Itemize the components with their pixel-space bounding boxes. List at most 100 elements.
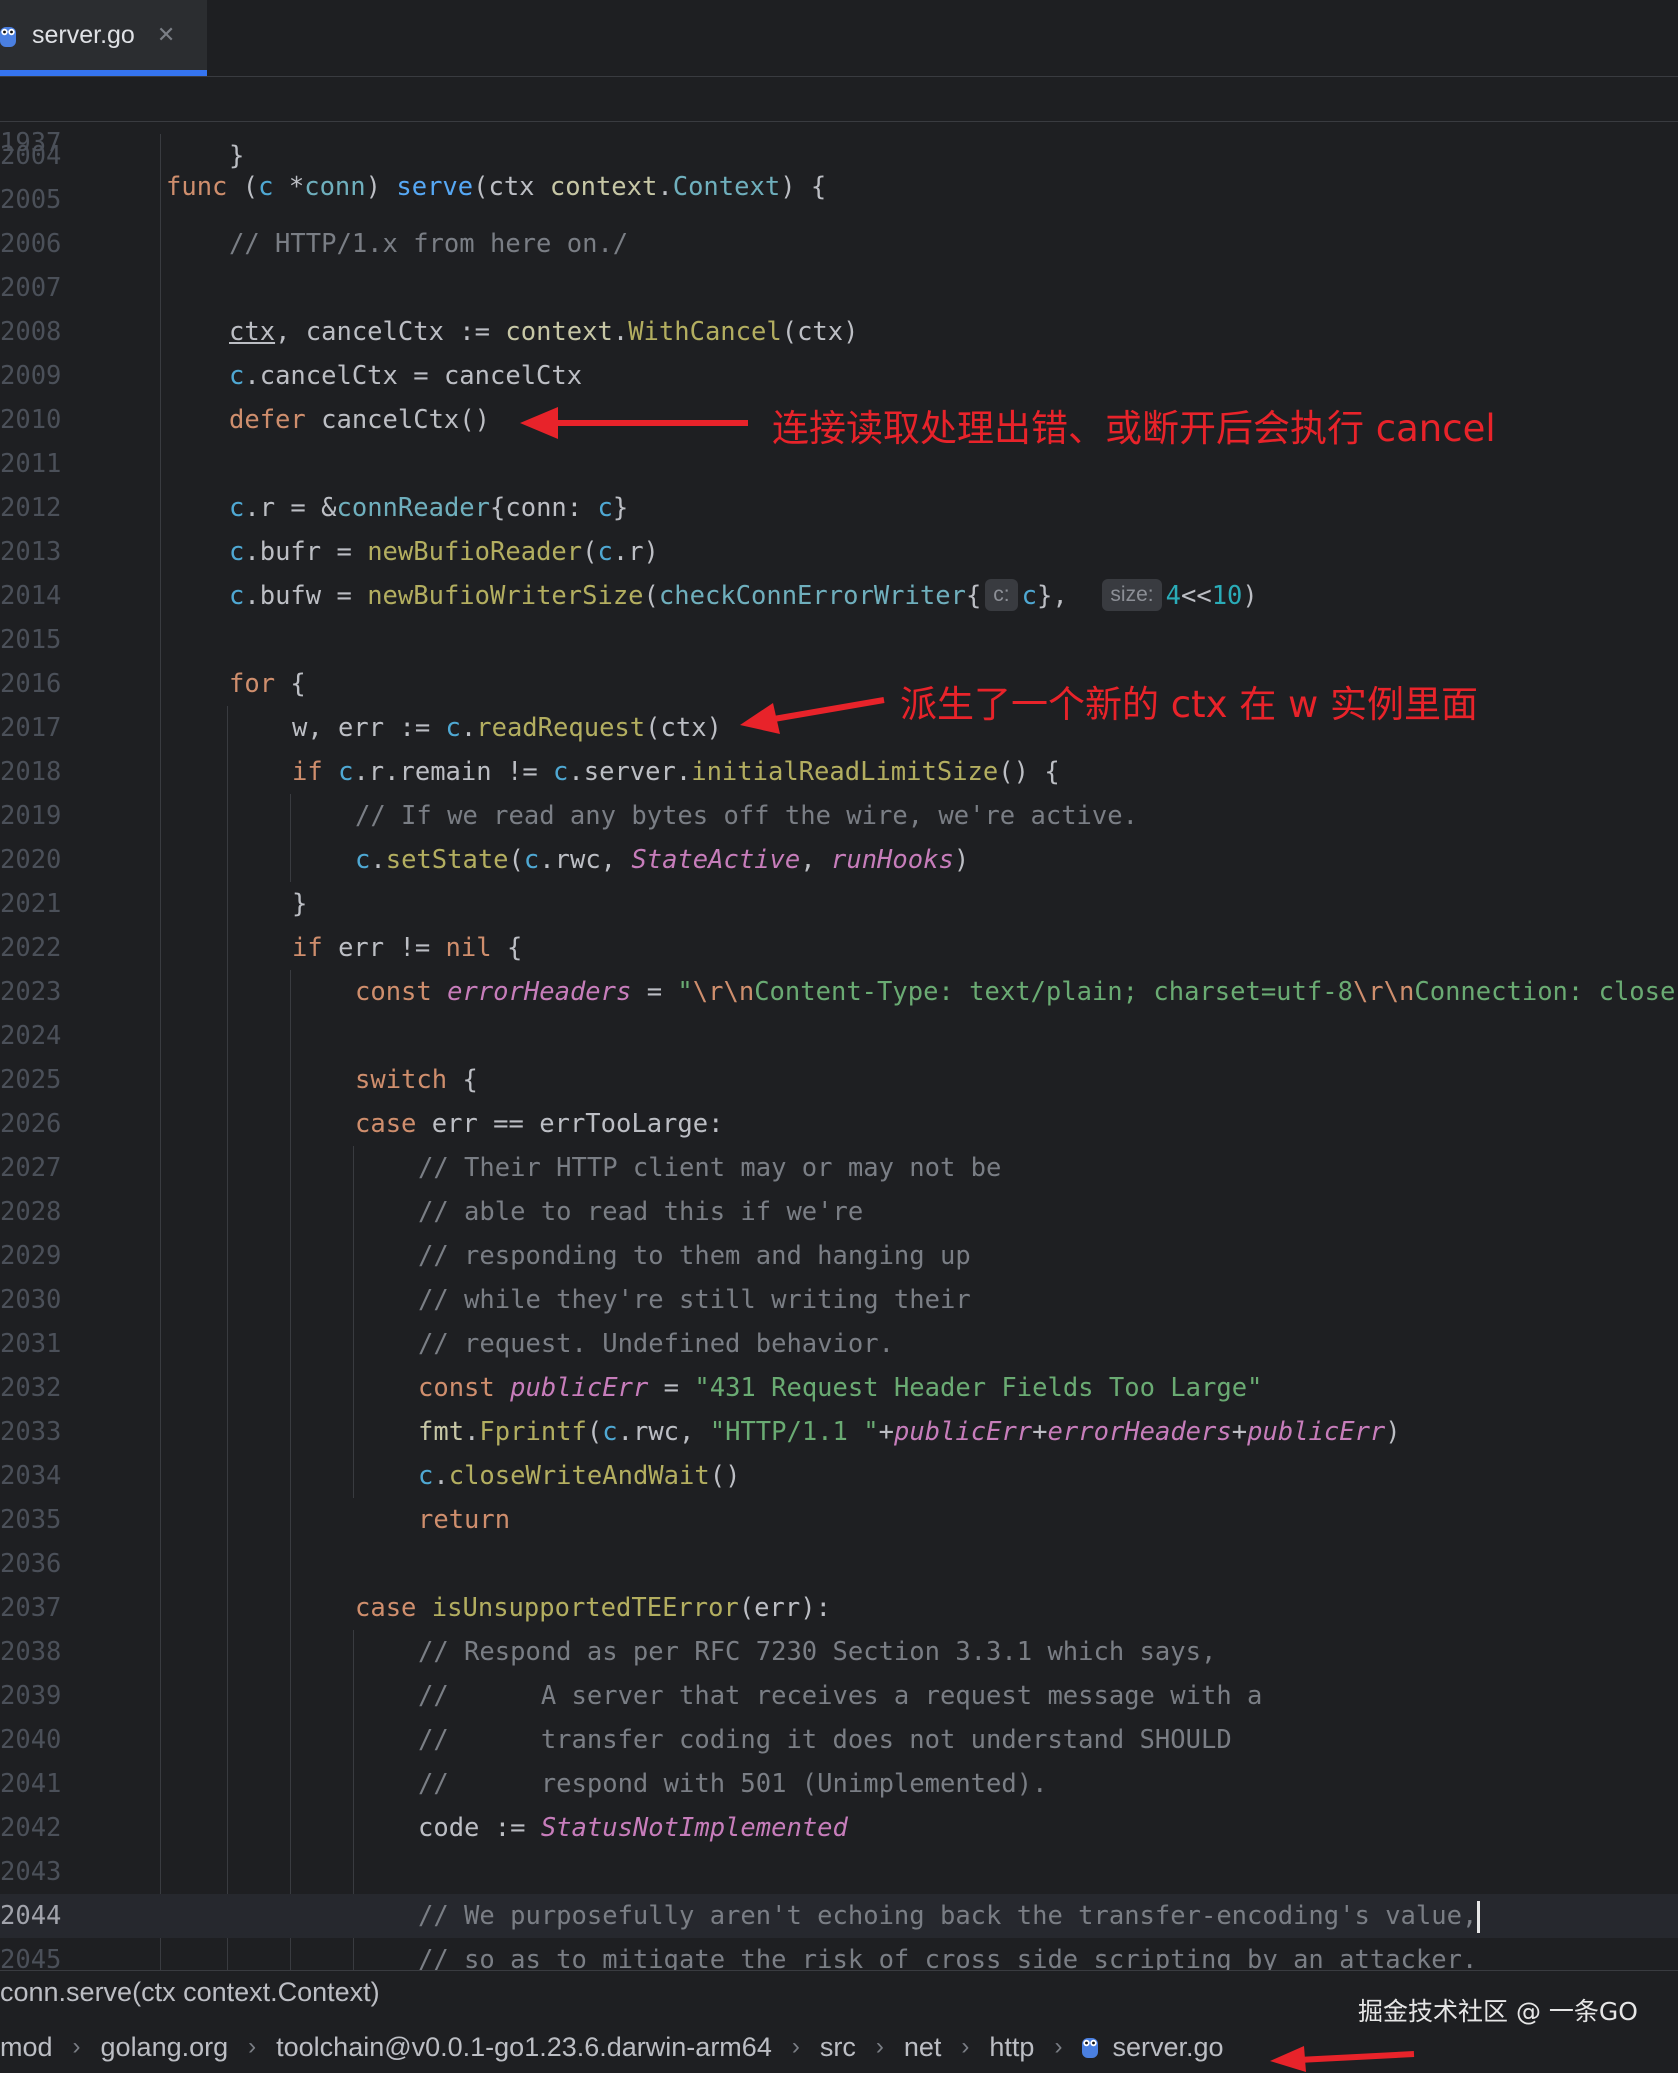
code-line[interactable]: 2022 if err != nil { bbox=[0, 926, 1678, 970]
line-number: 2044 bbox=[0, 1901, 62, 1931]
code-line[interactable]: 2015 bbox=[0, 618, 1678, 662]
code-line[interactable]: 2026 case err == errTooLarge: bbox=[0, 1102, 1678, 1146]
code-token: { bbox=[275, 669, 306, 699]
code-token: for bbox=[229, 669, 276, 699]
code-line[interactable]: 2006 // HTTP/1.x from here on./ bbox=[0, 222, 1678, 266]
line-number: 2017 bbox=[0, 713, 62, 743]
code-token: switch bbox=[355, 1065, 448, 1095]
code-token: Connection: close bbox=[1414, 977, 1676, 1007]
code-token: c bbox=[602, 1417, 618, 1447]
code-token: } bbox=[612, 493, 629, 523]
code-line[interactable]: 2027 // Their HTTP client may or may not … bbox=[0, 1146, 1678, 1190]
close-icon[interactable]: ✕ bbox=[157, 23, 175, 48]
code-line[interactable]: 2041 // respond with 501 (Unimplemented). bbox=[0, 1762, 1678, 1806]
code-line[interactable]: 2012 c.r = &connReader{conn: c} bbox=[0, 486, 1678, 530]
code-line[interactable]: 2008 ctx, cancelCtx := context.WithCancel… bbox=[0, 310, 1678, 354]
code-line[interactable]: 2040 // transfer coding it does not under… bbox=[0, 1718, 1678, 1762]
code-token: err != bbox=[322, 933, 446, 963]
code-token: .bufw = bbox=[244, 581, 368, 611]
code-token: // while they're still writing their bbox=[418, 1285, 971, 1315]
code-token: ( bbox=[643, 581, 659, 611]
code-line[interactable]: 2025 switch { bbox=[0, 1058, 1678, 1102]
code-line[interactable]: 2034 c.closeWriteAndWait() bbox=[0, 1454, 1678, 1498]
code-token: Fprintf bbox=[479, 1417, 587, 1447]
line-number: 2025 bbox=[0, 1065, 62, 1095]
code-line[interactable]: 2031 // request. Undefined behavior. bbox=[0, 1322, 1678, 1366]
code-line[interactable]: 2045 // so as to mitigate the risk of cro… bbox=[0, 1938, 1678, 1970]
code-line[interactable]: 2014 c.bufw = newBufioWriterSize(checkCon… bbox=[0, 574, 1678, 618]
code-line[interactable]: 2019 // If we read any bytes off the wire… bbox=[0, 794, 1678, 838]
code-line[interactable]: 2020 c.setState(c.rwc, StateActive, runHo… bbox=[0, 838, 1678, 882]
code-line[interactable]: 2043 bbox=[0, 1850, 1678, 1894]
code-token: ) bbox=[953, 845, 970, 875]
chevron-right-icon: › bbox=[791, 2033, 800, 2060]
code-line[interactable]: 2024 bbox=[0, 1014, 1678, 1058]
code-token: " bbox=[677, 977, 693, 1007]
code-token: nil bbox=[445, 933, 492, 963]
code-text: ctx, cancelCtx := context.WithCancel(ctx… bbox=[229, 310, 858, 354]
code-line[interactable]: 2038 // Respond as per RFC 7230 Section 3… bbox=[0, 1630, 1678, 1674]
breadcrumb-item[interactable]: mod bbox=[0, 2032, 53, 2063]
code-line[interactable]: 2035 return bbox=[0, 1498, 1678, 1542]
line-number: 2041 bbox=[0, 1769, 62, 1799]
gopher-icon bbox=[0, 24, 18, 47]
code-token: {conn: bbox=[490, 493, 598, 523]
code-line[interactable]: 2044 // We purposefully aren't echoing ba… bbox=[0, 1894, 1678, 1938]
code-text: c.r = &connReader{conn: c} bbox=[229, 486, 628, 530]
tab-server-go[interactable]: server.go ✕ bbox=[0, 0, 207, 76]
code-text: const publicErr = "431 Request Header Fi… bbox=[418, 1366, 1262, 1410]
code-text: // so as to mitigate the risk of cross s… bbox=[418, 1938, 1477, 1970]
code-token: c bbox=[418, 1461, 434, 1491]
code-line[interactable]: 2018 if c.r.remain != c.server.initialRea… bbox=[0, 750, 1678, 794]
code-line[interactable]: 2036 bbox=[0, 1542, 1678, 1586]
code-line[interactable]: 2021} bbox=[0, 882, 1678, 926]
annotation-ctx: 派生了一个新的 ctx 在 w 实例里面 bbox=[900, 683, 1479, 726]
code-text: // request. Undefined behavior. bbox=[418, 1322, 894, 1366]
code-line[interactable]: 2007 bbox=[0, 266, 1678, 310]
line-number: 2034 bbox=[0, 1461, 62, 1491]
breadcrumb-item[interactable]: toolchain@v0.0.1-go1.23.6.darwin-arm64 bbox=[276, 2032, 772, 2063]
code-text: const errorHeaders = "\r\nContent-Type: … bbox=[355, 970, 1675, 1014]
chevron-right-icon: › bbox=[72, 2033, 81, 2060]
code-token: ( bbox=[508, 845, 524, 875]
breadcrumb-item[interactable]: net bbox=[904, 2032, 942, 2063]
code-line[interactable]: 2032 const publicErr = "431 Request Heade… bbox=[0, 1366, 1678, 1410]
sticky-function-header[interactable]: 1937 func (c *conn) serve(ctx context.Co… bbox=[0, 77, 1678, 202]
line-number: 2019 bbox=[0, 801, 62, 831]
line-number: 2022 bbox=[0, 933, 62, 963]
code-token: . bbox=[464, 1417, 480, 1447]
code-token: . bbox=[433, 1461, 449, 1491]
code-line[interactable]: 2033 fmt.Fprintf(c.rwc, "HTTP/1.1 "+publi… bbox=[0, 1410, 1678, 1454]
line-number: 2009 bbox=[0, 361, 62, 391]
code-token: isUnsupportedTEError bbox=[431, 1593, 739, 1623]
code-line[interactable]: 2030 // while they're still writing their bbox=[0, 1278, 1678, 1322]
breadcrumb-item[interactable]: http bbox=[989, 2032, 1034, 2063]
code-line[interactable]: 2029 // responding to them and hanging up bbox=[0, 1234, 1678, 1278]
code-line[interactable]: 2013 c.bufr = newBufioReader(c.r) bbox=[0, 530, 1678, 574]
line-number: 2031 bbox=[0, 1329, 62, 1359]
code-token: 4 bbox=[1165, 581, 1181, 611]
code-line[interactable]: 2009 c.cancelCtx = cancelCtx bbox=[0, 354, 1678, 398]
code-token: c bbox=[597, 493, 613, 523]
code-line[interactable]: 2028 // able to read this if we're bbox=[0, 1190, 1678, 1234]
code-token: ctx bbox=[229, 317, 276, 347]
code-text: // Respond as per RFC 7230 Section 3.3.1… bbox=[418, 1630, 1216, 1674]
breadcrumb-item[interactable]: golang.org bbox=[101, 2032, 229, 2063]
code-token: // Respond as per RFC 7230 Section 3.3.1… bbox=[418, 1637, 1217, 1667]
code-line[interactable]: 2039 // A server that receives a request … bbox=[0, 1674, 1678, 1718]
sticky-code: func (c *conn) serve(ctx context.Context… bbox=[166, 165, 826, 209]
code-token: // able to read this if we're bbox=[418, 1197, 864, 1227]
code-token: err == errTooLarge: bbox=[416, 1109, 724, 1139]
line-number: 2042 bbox=[0, 1813, 62, 1843]
code-line[interactable]: 2037 case isUnsupportedTEError(err): bbox=[0, 1586, 1678, 1630]
line-number: 2023 bbox=[0, 977, 62, 1007]
breadcrumb-item[interactable]: server.go bbox=[1112, 2032, 1223, 2063]
code-line[interactable]: 2023 const errorHeaders = "\r\nContent-Ty… bbox=[0, 970, 1678, 1014]
code-token: c bbox=[597, 537, 613, 567]
code-line[interactable]: 2042 code := StatusNotImplemented bbox=[0, 1806, 1678, 1850]
code-token: code := bbox=[418, 1813, 541, 1843]
code-token: return bbox=[418, 1505, 511, 1535]
code-text: defer cancelCtx() bbox=[229, 398, 490, 442]
breadcrumb-item[interactable]: src bbox=[820, 2032, 856, 2063]
